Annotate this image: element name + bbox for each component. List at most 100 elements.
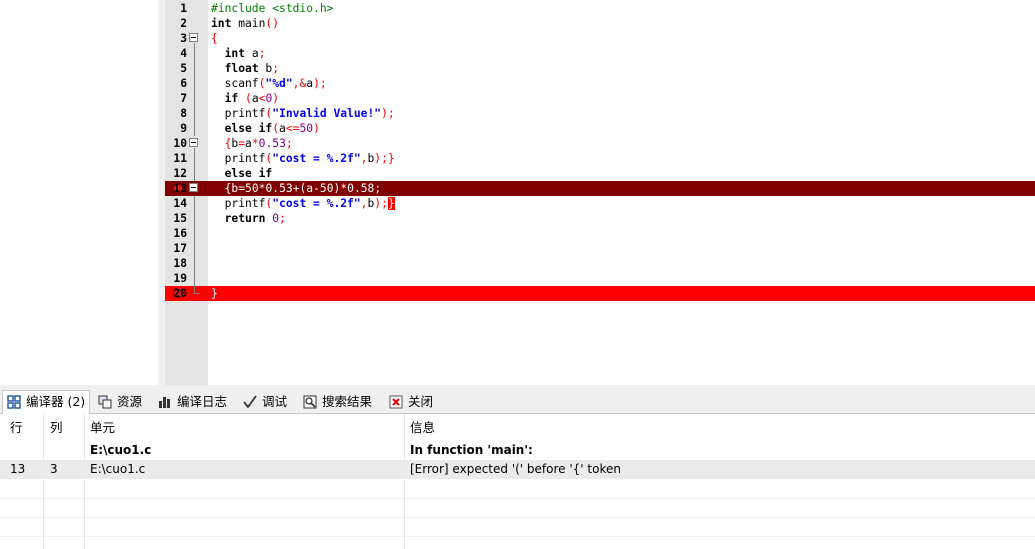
line-number: 19	[173, 272, 187, 285]
tab-compile-log-label: 编译日志	[177, 394, 228, 409]
code-editor[interactable]: 1 #include <stdio.h> 2 int main() 3{4 int a;…	[165, 0, 1035, 385]
code-line[interactable]: 3{	[165, 31, 1035, 46]
code-text: int a;	[224, 47, 266, 60]
column-separator[interactable]	[84, 414, 85, 549]
code-line[interactable]: 4 int a;	[165, 46, 1035, 61]
compiler-messages-table: 行 列 单元 信息 E:\cuo1.c In function 'main': …	[0, 414, 1035, 549]
code-line[interactable]: 1 #include <stdio.h>	[165, 1, 1035, 16]
line-number: 14	[173, 197, 187, 210]
code-text: printf("cost = %.2f",b);}	[211, 152, 395, 165]
bottom-panel-tabs: 编译器 (2) 资源 编译日志 调试 搜索结果 关闭	[0, 389, 1035, 414]
tab-resources[interactable]: 资源	[94, 391, 146, 413]
search-results-icon	[303, 394, 317, 409]
line-number: 13	[173, 182, 187, 195]
column-header-col[interactable]: 列	[50, 414, 63, 441]
line-number: 2	[180, 17, 187, 30]
code-text: int main()	[211, 17, 280, 30]
row-divider	[0, 498, 1035, 499]
table-row[interactable]: 13 3 E:\cuo1.c [Error] expected '(' befo…	[0, 460, 1035, 479]
cell-col: 3	[50, 462, 58, 476]
line-number: 20	[173, 287, 187, 300]
code-line[interactable]: 10 {b=a*0.53;	[165, 136, 1035, 151]
line-number: 15	[173, 212, 187, 225]
code-line[interactable]: 17	[165, 241, 1035, 256]
line-number: 8	[180, 107, 187, 120]
compile-log-chart-icon	[158, 394, 172, 408]
column-header-unit[interactable]: 单元	[90, 414, 115, 441]
code-text: printf("cost = %.2f",b);}	[211, 197, 395, 210]
code-line[interactable]: 18	[165, 256, 1035, 271]
code-line[interactable]: 13 {b=50*0.53+(a-50)*0.58;	[165, 181, 1035, 196]
fold-collapse-icon[interactable]	[189, 138, 198, 147]
code-line[interactable]: 12 else if	[165, 166, 1035, 181]
line-number: 7	[180, 92, 187, 105]
code-line[interactable]: 16	[165, 226, 1035, 241]
project-browser-panel	[0, 0, 159, 385]
code-line[interactable]: 19	[165, 271, 1035, 286]
line-number: 3	[180, 32, 187, 45]
line-number: 10	[173, 137, 187, 150]
code-text: scanf("%d",&a);	[211, 77, 327, 90]
code-text: else if(a<=50)	[224, 122, 320, 135]
code-text: {	[211, 32, 218, 45]
debug-check-icon	[243, 394, 257, 409]
cell-row: 13	[10, 462, 26, 476]
code-text: if (a<0)	[224, 92, 280, 105]
fold-end-marker	[194, 286, 200, 294]
fold-collapse-icon[interactable]	[189, 33, 198, 42]
tab-close[interactable]: 关闭	[385, 391, 437, 413]
line-number: 12	[173, 167, 187, 180]
fold-collapse-icon[interactable]	[189, 183, 198, 192]
code-line[interactable]: 2 int main()	[165, 16, 1035, 31]
code-text: return 0;	[224, 212, 286, 225]
row-divider	[0, 517, 1035, 518]
column-separator[interactable]	[43, 414, 44, 549]
compiler-grid-icon	[7, 394, 21, 409]
tab-compiler[interactable]: 编译器 (2)	[2, 390, 91, 414]
cell-unit: E:\cuo1.c	[90, 443, 152, 457]
code-text: printf("Invalid Value!");	[211, 107, 395, 120]
column-header-row[interactable]: 行	[10, 414, 23, 441]
code-line[interactable]: 11 printf("cost = %.2f",b);}	[165, 151, 1035, 166]
resources-icon	[98, 394, 112, 409]
code-line[interactable]: 9 else if(a<=50)	[165, 121, 1035, 136]
tab-debug-label: 调试	[262, 394, 288, 409]
line-number: 9	[180, 122, 187, 135]
tab-compiler-label: 编译器 (2)	[26, 394, 86, 409]
code-text: #include <stdio.h>	[211, 2, 334, 15]
code-line[interactable]: 7 if (a<0)	[165, 91, 1035, 106]
row-divider	[0, 536, 1035, 537]
code-text: }	[211, 287, 218, 300]
cell-unit: E:\cuo1.c	[90, 462, 146, 476]
code-line[interactable]: 15 return 0;	[165, 211, 1035, 226]
tab-search-results[interactable]: 搜索结果	[299, 391, 376, 413]
table-row[interactable]: E:\cuo1.c In function 'main':	[0, 441, 1035, 460]
cell-info: In function 'main':	[410, 443, 533, 457]
line-number: 16	[173, 227, 187, 240]
column-header-info[interactable]: 信息	[410, 414, 435, 441]
code-line[interactable]: 8 printf("Invalid Value!");	[165, 106, 1035, 121]
tab-resources-label: 资源	[117, 394, 143, 409]
line-number: 5	[180, 62, 187, 75]
code-text: else if	[224, 167, 273, 180]
code-line[interactable]: 6 scanf("%d",&a);	[165, 76, 1035, 91]
code-line[interactable]: 20}	[165, 286, 1035, 301]
code-line[interactable]: 14 printf("cost = %.2f",b);}	[165, 196, 1035, 211]
panel-splitter[interactable]	[158, 0, 164, 385]
close-icon	[389, 394, 403, 409]
tab-compile-log[interactable]: 编译日志	[154, 391, 231, 413]
line-number: 18	[173, 257, 187, 270]
code-text: {b=50*0.53+(a-50)*0.58;	[224, 182, 382, 195]
line-number: 6	[180, 77, 187, 90]
cell-info: [Error] expected '(' before '{' token	[410, 462, 621, 476]
code-line[interactable]: 5 float b;	[165, 61, 1035, 76]
tab-search-results-label: 搜索结果	[322, 394, 373, 409]
code-text: float b;	[224, 62, 280, 75]
line-number: 4	[180, 47, 187, 60]
line-number: 1	[180, 2, 187, 15]
line-number: 11	[173, 152, 187, 165]
tab-debug[interactable]: 调试	[239, 391, 291, 413]
column-separator[interactable]	[404, 414, 405, 549]
code-text: {b=a*0.53;	[224, 137, 293, 150]
line-number: 17	[173, 242, 187, 255]
